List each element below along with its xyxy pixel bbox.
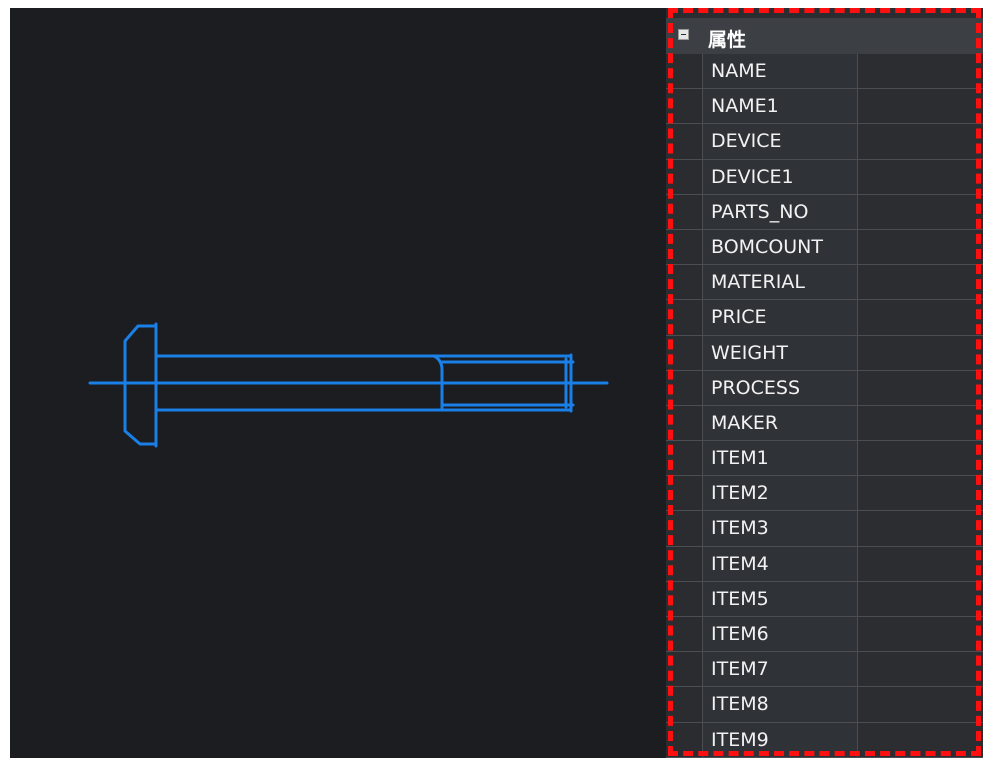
- property-row[interactable]: MAKER: [666, 405, 983, 442]
- property-row[interactable]: DEVICE: [666, 124, 983, 160]
- property-label: DEVICE1: [702, 159, 858, 194]
- property-value[interactable]: [858, 54, 983, 89]
- property-row[interactable]: ITEM1: [666, 441, 983, 477]
- property-label: ITEM8: [702, 687, 858, 722]
- property-row[interactable]: PROCESS: [666, 370, 983, 406]
- property-value[interactable]: [858, 405, 983, 441]
- property-value[interactable]: [858, 581, 983, 616]
- property-label: NAME1: [702, 89, 858, 124]
- property-row[interactable]: BOMCOUNT: [666, 229, 983, 266]
- property-label: MAKER: [702, 405, 858, 441]
- property-value[interactable]: [858, 652, 983, 687]
- property-label: NAME: [702, 54, 858, 89]
- minus-box-icon[interactable]: [678, 29, 689, 40]
- property-row[interactable]: ITEM4: [666, 546, 983, 582]
- property-label: BOMCOUNT: [702, 229, 858, 265]
- property-row[interactable]: DEVICE1: [666, 159, 983, 195]
- property-label: PARTS_NO: [702, 194, 858, 229]
- properties-header[interactable]: 属性: [666, 18, 983, 55]
- property-label: ITEM3: [702, 511, 858, 546]
- property-label: DEVICE: [702, 124, 858, 159]
- property-value[interactable]: [858, 441, 983, 476]
- property-row[interactable]: ITEM3: [666, 511, 983, 547]
- bolt-head-outline: [123, 324, 158, 446]
- property-row[interactable]: NAME1: [666, 89, 983, 125]
- property-value[interactable]: [858, 476, 983, 511]
- property-row[interactable]: MATERIAL: [666, 265, 983, 301]
- panel-title: 属性: [708, 29, 747, 51]
- drawing-canvas[interactable]: [10, 8, 666, 758]
- bolt-drawing[interactable]: [10, 8, 666, 758]
- property-row[interactable]: ITEM5: [666, 581, 983, 617]
- property-value[interactable]: [858, 159, 983, 194]
- properties-panel: 属性 NAME NAME1 DEVICE DEVICE1 PARTS_NO BOMCOUN…: [666, 8, 983, 758]
- property-value[interactable]: [858, 265, 983, 300]
- property-label: ITEM9: [702, 722, 858, 757]
- property-label: MATERIAL: [702, 265, 858, 300]
- property-value[interactable]: [858, 194, 983, 229]
- property-label: ITEM7: [702, 652, 858, 687]
- property-value[interactable]: [858, 617, 983, 652]
- property-value[interactable]: [858, 300, 983, 335]
- property-row[interactable]: ITEM6: [666, 617, 983, 653]
- property-label: ITEM5: [702, 581, 858, 616]
- property-value[interactable]: [858, 229, 983, 265]
- property-label: ITEM6: [702, 617, 858, 652]
- property-row[interactable]: PARTS_NO: [666, 194, 983, 230]
- properties-table: NAME NAME1 DEVICE DEVICE1 PARTS_NO BOMCOUNT MA…: [666, 54, 983, 758]
- property-row[interactable]: ITEM7: [666, 652, 983, 688]
- property-label: WEIGHT: [702, 335, 858, 370]
- property-value[interactable]: [858, 722, 983, 757]
- property-label: ITEM1: [702, 441, 858, 476]
- property-value[interactable]: [858, 89, 983, 124]
- property-row[interactable]: NAME: [666, 54, 983, 90]
- property-label: ITEM2: [702, 476, 858, 511]
- property-value[interactable]: [858, 124, 983, 159]
- property-value[interactable]: [858, 511, 983, 546]
- property-value[interactable]: [858, 335, 983, 370]
- property-row[interactable]: PRICE: [666, 300, 983, 336]
- property-row[interactable]: ITEM8: [666, 687, 983, 723]
- property-row[interactable]: ITEM9: [666, 722, 983, 758]
- property-label: PRICE: [702, 300, 858, 335]
- property-row[interactable]: WEIGHT: [666, 335, 983, 371]
- property-label: ITEM4: [702, 546, 858, 581]
- property-value[interactable]: [858, 370, 983, 405]
- property-value[interactable]: [858, 687, 983, 722]
- property-value[interactable]: [858, 546, 983, 581]
- property-label: PROCESS: [702, 370, 858, 405]
- property-row[interactable]: ITEM2: [666, 476, 983, 512]
